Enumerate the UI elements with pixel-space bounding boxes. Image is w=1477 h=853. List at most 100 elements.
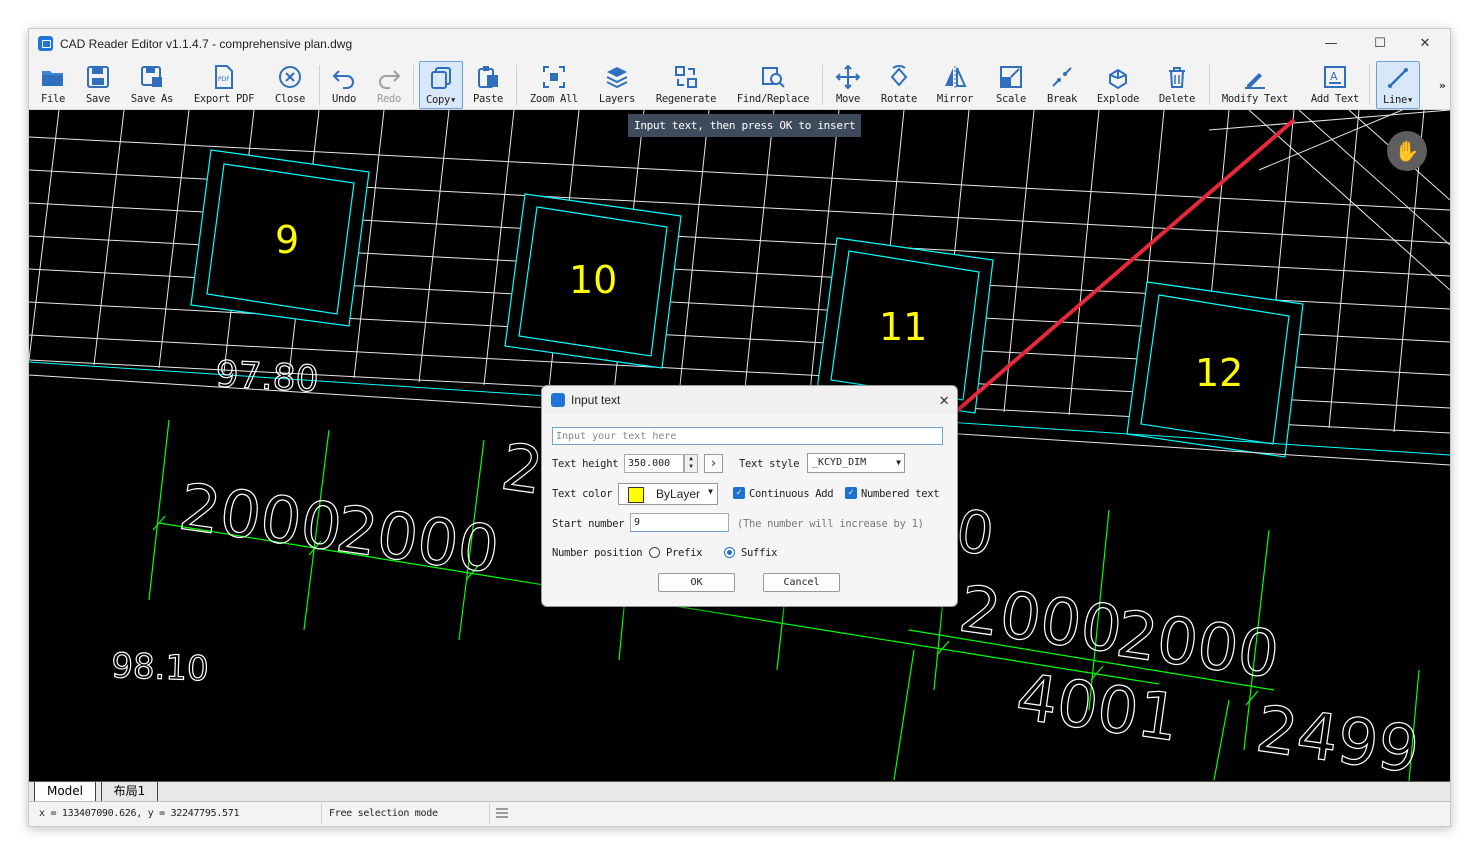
text-style-label: Text style: [739, 458, 800, 470]
find-icon: [762, 67, 785, 88]
modify-text-icon: [1245, 73, 1265, 89]
regenerate-icon: [675, 66, 697, 88]
text-style-select[interactable]: _KCYD_DIM ▼: [807, 453, 905, 473]
paste-icon: [478, 66, 498, 88]
delete-button[interactable]: Delete: [1155, 61, 1199, 109]
dialog-logo-icon: [551, 393, 565, 407]
mirror-icon: [945, 66, 967, 88]
chevron-down-icon: ▼: [708, 487, 713, 496]
svg-text:A: A: [1330, 70, 1338, 83]
toolbar-separator: [1209, 65, 1210, 105]
app-window: CAD Reader Editor v1.1.4.7 - comprehensi…: [28, 28, 1451, 827]
svg-text:2000: 2000: [175, 471, 347, 567]
text-height-label: Text height: [552, 458, 619, 470]
room-number: 9: [275, 218, 299, 262]
close-window-button[interactable]: ✕: [1410, 33, 1440, 55]
minimize-button[interactable]: —: [1316, 33, 1346, 55]
copy-button[interactable]: Copy▾: [419, 61, 463, 109]
text-height-pick-button[interactable]: ›: [704, 454, 723, 473]
dialog-title: Input text: [571, 393, 621, 407]
mirror-button[interactable]: Mirror: [933, 61, 977, 109]
color-swatch: [628, 487, 644, 503]
svg-text:97.80: 97.80: [215, 354, 320, 400]
toolbar-overflow-button[interactable]: »: [1439, 79, 1446, 92]
explode-icon: [1109, 68, 1127, 90]
undo-icon: [332, 70, 354, 89]
scale-button[interactable]: Scale: [991, 61, 1031, 109]
toolbar-separator: [413, 65, 414, 105]
trash-icon: [1169, 67, 1185, 88]
move-icon: [835, 64, 861, 90]
status-divider: [489, 804, 490, 824]
break-icon: [1052, 67, 1072, 87]
layout-tabs: Model 布局1: [29, 781, 1450, 802]
zoom-all-button[interactable]: Zoom All: [525, 61, 583, 109]
title-bar: CAD Reader Editor v1.1.4.7 - comprehensi…: [29, 29, 1450, 59]
toolbar-separator: [516, 65, 517, 105]
close-file-button[interactable]: Close: [270, 61, 310, 109]
layers-button[interactable]: Layers: [595, 61, 639, 109]
regenerate-button[interactable]: Regenerate: [653, 61, 719, 109]
break-button[interactable]: Break: [1042, 61, 1082, 109]
text-color-select[interactable]: ByLayer ▼: [618, 483, 718, 505]
prefix-radio[interactable]: [649, 547, 660, 558]
svg-text:0: 0: [952, 497, 998, 569]
tab-layout-1[interactable]: 布局1: [101, 782, 158, 802]
svg-text:2000: 2000: [955, 573, 1127, 669]
modify-text-button[interactable]: Modify Text: [1219, 61, 1291, 109]
svg-text:PDF: PDF: [218, 76, 230, 83]
add-text-button[interactable]: A Add Text: [1307, 61, 1363, 109]
copy-icon: [431, 67, 451, 89]
insert-text-tooltip: Input text, then press OK to insert: [628, 114, 862, 137]
save-as-button[interactable]: Save As: [127, 61, 177, 109]
text-height-spinner[interactable]: ▲ ▼: [684, 454, 698, 473]
suffix-radio[interactable]: [724, 547, 735, 558]
tab-model[interactable]: Model: [34, 782, 96, 802]
continuous-add-checkbox[interactable]: ✓: [733, 487, 745, 499]
explode-button[interactable]: Explode: [1093, 61, 1143, 109]
chevron-down-icon: ▼: [896, 458, 901, 467]
redo-button[interactable]: Redo: [371, 61, 407, 109]
main-toolbar: File Save Save As PDF Export PDF Close U…: [29, 59, 1450, 110]
export-pdf-button[interactable]: PDF Export PDF: [191, 61, 257, 109]
save-as-icon: [141, 66, 162, 87]
scale-icon: [1000, 66, 1022, 88]
find-replace-button[interactable]: Find/Replace: [733, 61, 813, 109]
line-button[interactable]: Line▾: [1376, 61, 1420, 109]
cancel-button[interactable]: Cancel: [763, 573, 840, 592]
save-icon: [87, 66, 109, 88]
save-button[interactable]: Save: [79, 61, 117, 109]
app-logo-icon: [38, 36, 53, 51]
numbered-text-checkbox[interactable]: ✓: [845, 487, 857, 499]
add-text-icon: A: [1324, 66, 1346, 88]
undo-button[interactable]: Undo: [326, 61, 362, 109]
maximize-button[interactable]: ☐: [1365, 33, 1395, 55]
text-height-field[interactable]: 350.000: [624, 454, 684, 473]
svg-text:2499: 2499: [1252, 693, 1424, 781]
prefix-label: Prefix: [666, 547, 703, 559]
ok-button[interactable]: OK: [658, 573, 735, 592]
dialog-close-button[interactable]: ✕: [939, 390, 949, 409]
text-color-label: Text color: [552, 488, 613, 500]
rotate-icon: [890, 65, 908, 87]
folder-icon: [42, 71, 63, 86]
status-divider: [321, 804, 322, 824]
text-input[interactable]: [552, 427, 943, 445]
line-icon: [1388, 68, 1408, 88]
start-number-label: Start number: [552, 518, 625, 530]
svg-text:98.10: 98.10: [111, 646, 210, 689]
menu-lines-icon[interactable]: [495, 807, 509, 819]
drawing-canvas[interactable]: 9 10 11 12 97.80 98.10 2000 2000 2 2000 …: [29, 110, 1450, 781]
room-number: 12: [1195, 351, 1243, 395]
numbered-text-label: Numbered text: [861, 488, 940, 500]
rotate-button[interactable]: Rotate: [877, 61, 921, 109]
hand-icon: ✋: [1394, 139, 1420, 163]
start-number-field[interactable]: 9: [630, 513, 729, 532]
window-title: CAD Reader Editor v1.1.4.7 - comprehensi…: [60, 37, 353, 51]
toolbar-separator: [1369, 65, 1370, 105]
paste-button[interactable]: Paste: [470, 61, 506, 109]
toolbar-separator: [822, 65, 823, 105]
move-button[interactable]: Move: [829, 61, 867, 109]
file-button[interactable]: File: [35, 61, 71, 109]
pan-hand-button[interactable]: ✋: [1387, 131, 1427, 171]
